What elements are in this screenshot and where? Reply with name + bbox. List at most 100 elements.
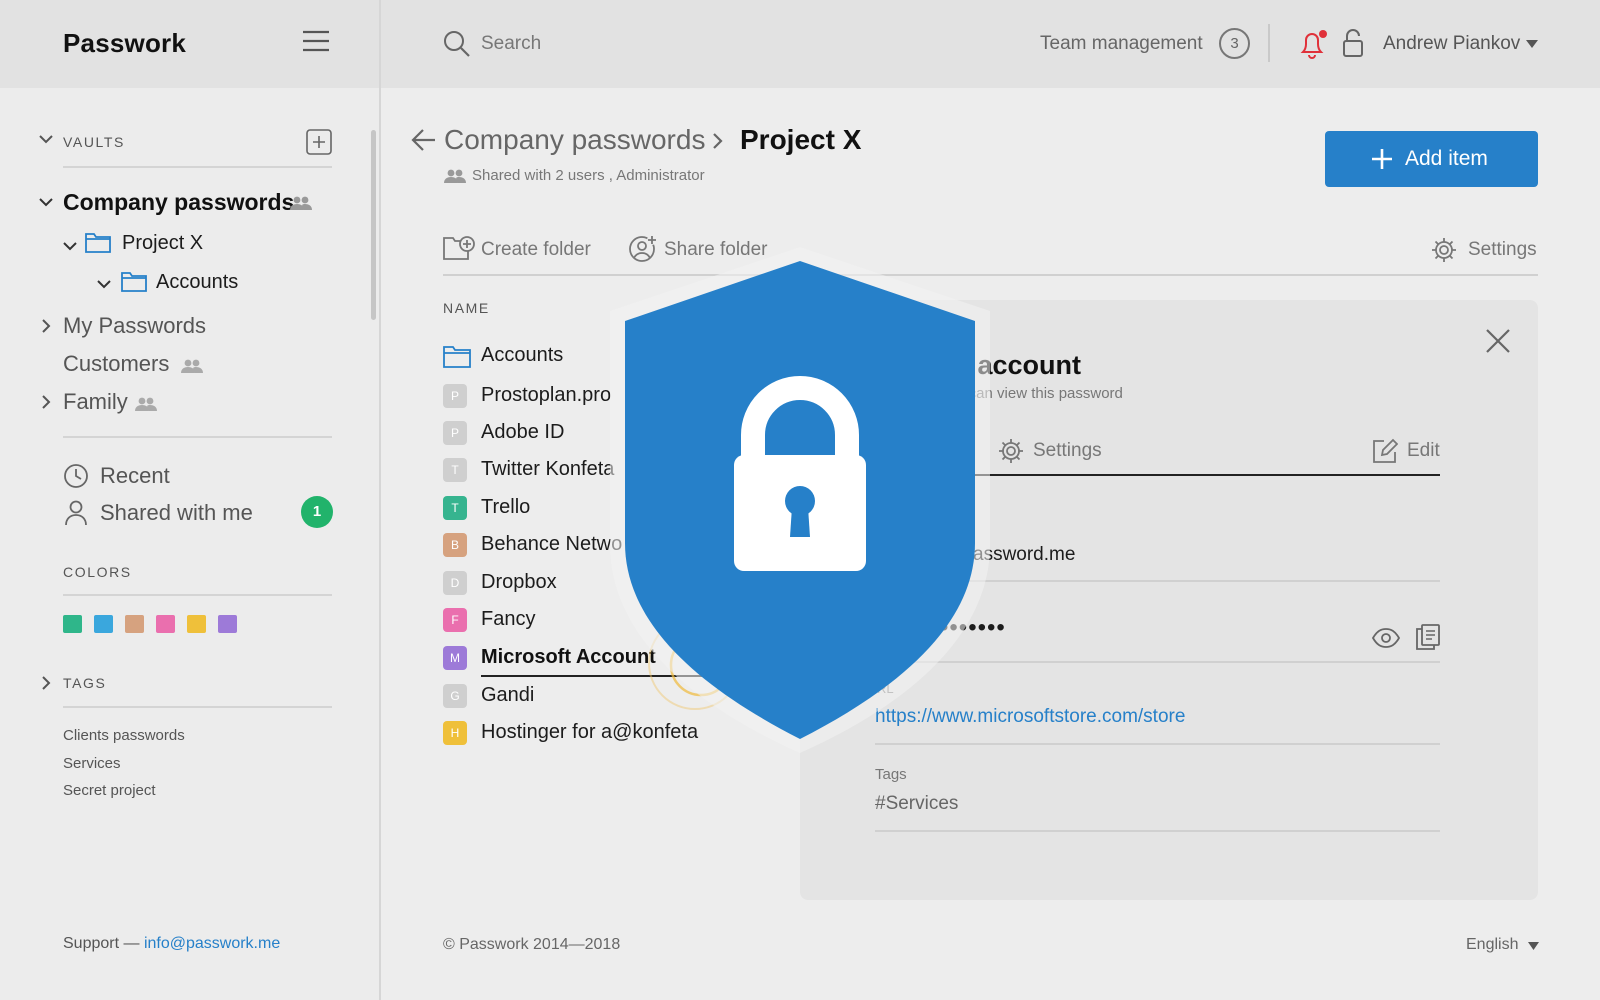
color-filter-orange[interactable] xyxy=(125,615,144,633)
sidebar-item-customers[interactable]: Customers xyxy=(63,351,169,377)
sidebar-scrollbar[interactable] xyxy=(371,130,376,320)
shared-users-icon xyxy=(181,358,203,374)
gear-icon[interactable] xyxy=(1431,237,1457,263)
tags-label: Tags xyxy=(875,766,907,783)
chevron-right-icon xyxy=(712,132,724,150)
team-management-link[interactable]: Team management xyxy=(1040,33,1203,55)
support-line: Support — info@passwork.me xyxy=(63,935,280,953)
sidebar-item-my-passwords[interactable]: My Passwords xyxy=(63,313,206,339)
sidebar: Passwork VAULTS Company passwords Projec… xyxy=(0,0,381,1000)
list-item[interactable]: Adobe ID xyxy=(481,421,564,444)
lock-icon[interactable] xyxy=(1342,28,1364,58)
create-folder-icon[interactable] xyxy=(443,235,475,261)
search-icon[interactable] xyxy=(443,30,471,58)
item-avatar-badge: D xyxy=(443,571,467,595)
list-item[interactable]: Gandi xyxy=(481,684,534,707)
item-avatar-badge: T xyxy=(443,496,467,520)
chevron-down-icon[interactable] xyxy=(38,197,54,207)
item-avatar-badge: H xyxy=(443,721,467,745)
chevron-down-icon[interactable] xyxy=(38,134,54,144)
folder-icon xyxy=(443,344,471,368)
header-divider xyxy=(1268,24,1270,62)
sidebar-item-project-x[interactable]: Project X xyxy=(122,232,203,255)
close-icon[interactable] xyxy=(1485,328,1511,354)
chevron-right-icon[interactable] xyxy=(41,318,51,334)
language-selector[interactable]: English xyxy=(1466,936,1518,954)
breadcrumb-parent[interactable]: Company passwords xyxy=(444,124,705,156)
back-arrow-icon[interactable] xyxy=(411,128,437,152)
list-item[interactable]: Twitter Konfeta xyxy=(481,458,614,481)
folder-icon xyxy=(85,231,111,253)
tag-item[interactable]: Secret project xyxy=(63,782,156,799)
item-avatar-badge: G xyxy=(443,684,467,708)
clock-icon xyxy=(63,463,89,489)
copy-icon[interactable] xyxy=(1416,624,1440,650)
list-item[interactable]: Behance Netwo xyxy=(481,533,622,556)
item-avatar-badge: F xyxy=(443,608,467,632)
security-shield-icon xyxy=(608,245,992,755)
chevron-down-icon[interactable] xyxy=(96,279,112,289)
item-avatar-badge: P xyxy=(443,384,467,408)
team-count-badge[interactable]: 3 xyxy=(1219,28,1250,59)
tab-settings[interactable]: Settings xyxy=(1033,440,1102,462)
shared-users-icon xyxy=(135,396,157,412)
caret-down-icon[interactable] xyxy=(1528,942,1539,950)
item-avatar-badge: T xyxy=(443,458,467,482)
color-filter-yellow[interactable] xyxy=(187,615,206,633)
color-filter-purple[interactable] xyxy=(218,615,237,633)
edit-icon[interactable] xyxy=(1372,438,1398,464)
vaults-title: VAULTS xyxy=(63,134,125,150)
shared-info: Shared with 2 users , Administrator xyxy=(472,167,705,184)
hamburger-menu-icon[interactable] xyxy=(303,30,329,52)
divider xyxy=(63,166,332,168)
tabs-underline xyxy=(950,474,1440,476)
tag-item[interactable]: Clients passwords xyxy=(63,727,185,744)
notification-bell-icon[interactable] xyxy=(1298,28,1328,60)
color-filter-pink[interactable] xyxy=(156,615,175,633)
color-filter-blue[interactable] xyxy=(94,615,113,633)
user-icon xyxy=(64,500,88,526)
tags-title: TAGS xyxy=(63,675,107,691)
add-vault-icon[interactable] xyxy=(306,129,332,155)
copyright: © Passwork 2014—2018 xyxy=(443,936,621,953)
list-item[interactable]: Trello xyxy=(481,496,530,519)
add-item-label: Add item xyxy=(1405,147,1488,170)
item-avatar-badge: M xyxy=(443,646,467,670)
settings-button[interactable]: Settings xyxy=(1468,239,1537,261)
chevron-down-icon[interactable] xyxy=(62,241,78,251)
divider xyxy=(63,594,332,596)
sidebar-item-accounts[interactable]: Accounts xyxy=(156,271,238,294)
create-folder-button[interactable]: Create folder xyxy=(481,239,591,261)
color-filter-green[interactable] xyxy=(63,615,82,633)
chevron-right-icon[interactable] xyxy=(41,675,51,691)
sidebar-item-company-passwords[interactable]: Company passwords xyxy=(63,189,294,216)
list-item[interactable]: Fancy xyxy=(481,608,535,631)
plus-icon xyxy=(1372,149,1392,169)
add-item-button[interactable]: Add item xyxy=(1325,131,1538,187)
sidebar-item-recent[interactable]: Recent xyxy=(100,463,170,489)
page-title: Project X xyxy=(740,124,862,155)
field-divider xyxy=(875,830,1440,832)
caret-down-icon[interactable] xyxy=(1526,40,1538,48)
shared-count-badge: 1 xyxy=(301,496,333,528)
support-email-link[interactable]: info@passwork.me xyxy=(144,935,280,952)
chevron-right-icon[interactable] xyxy=(41,394,51,410)
edit-button[interactable]: Edit xyxy=(1407,440,1440,462)
user-menu[interactable]: Andrew Piankov xyxy=(1383,33,1520,55)
sidebar-item-shared-with-me[interactable]: Shared with me xyxy=(100,500,253,526)
tag-item[interactable]: Services xyxy=(63,755,121,772)
sidebar-item-family[interactable]: Family xyxy=(63,389,128,415)
shared-users-icon xyxy=(444,168,466,184)
shared-users-icon xyxy=(290,195,312,211)
tags-value[interactable]: #Services xyxy=(875,793,958,815)
list-item[interactable]: Prostoplan.pro xyxy=(481,384,611,407)
support-label: Support — xyxy=(63,935,140,952)
colors-title: COLORS xyxy=(63,564,132,580)
gear-icon xyxy=(998,438,1024,464)
name-column-header[interactable]: NAME xyxy=(443,300,490,316)
eye-icon[interactable] xyxy=(1372,628,1400,648)
item-avatar-badge: P xyxy=(443,421,467,445)
list-item-folder[interactable]: Accounts xyxy=(481,344,563,367)
search-input[interactable]: Search xyxy=(481,33,541,55)
list-item[interactable]: Dropbox xyxy=(481,571,557,594)
